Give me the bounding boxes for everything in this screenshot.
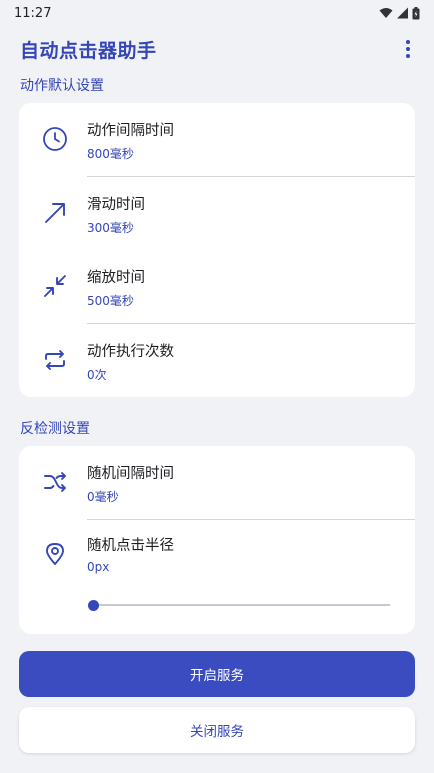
setting-row-zoom-time[interactable]: 缩放时间 500毫秒 (19, 250, 415, 322)
setting-title: 动作间隔时间 (87, 123, 174, 139)
repeat-icon (41, 346, 69, 374)
signal-icon (397, 7, 408, 19)
action-defaults-card: 动作间隔时间 800毫秒 滑动时间 300毫秒 缩放时间 500毫秒 动作执行次… (19, 103, 415, 397)
setting-title: 滑动时间 (87, 197, 145, 213)
status-icons (379, 6, 420, 20)
setting-row-random-interval[interactable]: 随机间隔时间 0毫秒 (19, 446, 415, 518)
section-header-anti-detect: 反检测设置 (20, 421, 90, 437)
more-vert-icon[interactable] (396, 37, 420, 61)
radius-slider-track[interactable] (92, 604, 390, 606)
status-bar: 11:27 (0, 0, 434, 26)
section-header-action-defaults: 动作默认设置 (20, 78, 104, 94)
app-title: 自动点击器助手 (20, 39, 157, 62)
setting-title: 动作执行次数 (87, 344, 174, 360)
stop-service-button[interactable]: 关闭服务 (19, 707, 415, 753)
setting-value: 0次 (87, 368, 107, 382)
status-time: 11:27 (14, 5, 52, 21)
start-service-button[interactable]: 开启服务 (19, 651, 415, 697)
battery-icon (412, 6, 420, 19)
setting-value: 800毫秒 (87, 147, 134, 161)
clock-icon (41, 125, 69, 153)
wifi-icon (379, 8, 393, 18)
radius-slider-thumb[interactable] (87, 599, 99, 611)
setting-value: 500毫秒 (87, 294, 134, 308)
app-bar: 自动点击器助手 (0, 26, 434, 72)
setting-row-random-radius[interactable]: 随机点击半径 0px (19, 518, 415, 590)
pinch-icon (41, 272, 69, 300)
anti-detect-card: 随机间隔时间 0毫秒 随机点击半径 0px (19, 446, 415, 634)
setting-row-action-interval[interactable]: 动作间隔时间 800毫秒 (19, 103, 415, 175)
shuffle-icon (41, 468, 69, 496)
arrow-diagonal-icon (41, 199, 69, 227)
setting-title: 随机间隔时间 (87, 466, 174, 482)
setting-value: 300毫秒 (87, 221, 134, 235)
location-pin-icon (41, 540, 69, 568)
setting-row-swipe-time[interactable]: 滑动时间 300毫秒 (19, 177, 415, 249)
setting-title: 随机点击半径 (87, 538, 174, 554)
setting-title: 缩放时间 (87, 270, 145, 286)
setting-value: 0px (87, 560, 110, 574)
setting-row-repeat-count[interactable]: 动作执行次数 0次 (19, 324, 415, 396)
setting-value: 0毫秒 (87, 490, 119, 504)
